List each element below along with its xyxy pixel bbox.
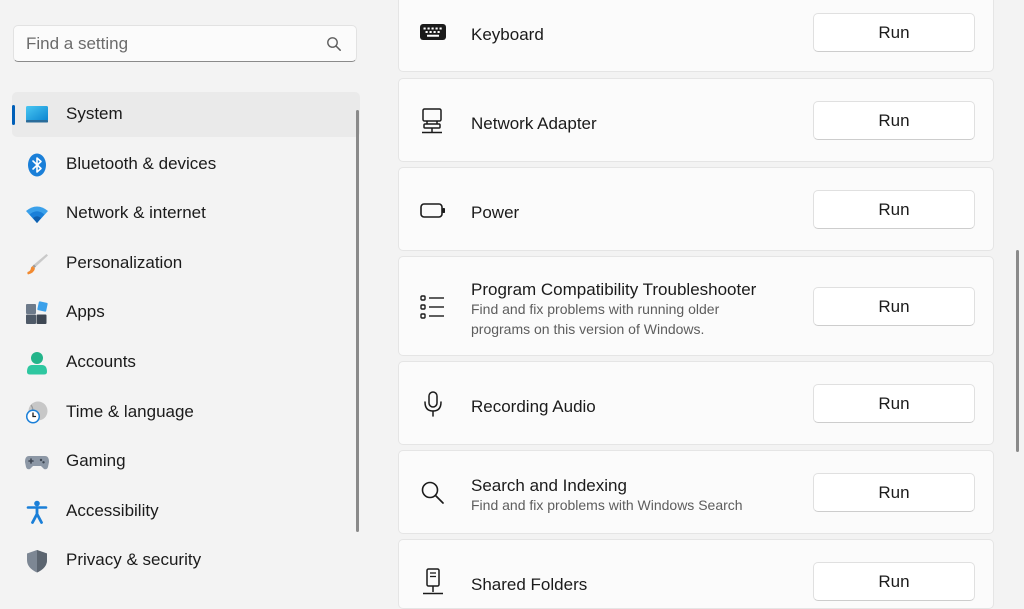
sidebar-item-gaming[interactable]: Gaming xyxy=(12,439,360,484)
sidebar-item-apps[interactable]: Apps xyxy=(12,290,360,335)
run-keyboard-button[interactable]: Run xyxy=(813,13,975,52)
sidebar-item-label: Personalization xyxy=(66,252,183,272)
system-display-icon xyxy=(26,106,48,123)
troubleshooter-card-shared-folders: Shared Folders Run xyxy=(398,539,994,609)
troubleshooter-description: Find and fix problems with Windows Searc… xyxy=(471,497,743,513)
troubleshooter-card-network-adapter: Network Adapter Run xyxy=(398,78,994,162)
sidebar-item-network-internet[interactable]: Network & internet xyxy=(12,191,360,236)
sidebar-item-label: Accessibility xyxy=(66,500,159,520)
sidebar-item-label: Accounts xyxy=(66,351,136,371)
network-adapter-icon xyxy=(422,108,442,134)
troubleshooter-card-power: Power Run xyxy=(398,167,994,251)
shared-folder-icon xyxy=(423,568,443,595)
sidebar-item-accessibility[interactable]: Accessibility xyxy=(12,489,360,534)
troubleshooter-text: Program Compatibility Troubleshooter Fin… xyxy=(471,279,756,339)
troubleshooter-text: Keyboard xyxy=(471,24,544,45)
troubleshooter-text: Search and Indexing Find and fix problem… xyxy=(471,475,743,516)
troubleshooter-text: Recording Audio xyxy=(471,396,596,417)
paintbrush-icon xyxy=(27,253,48,275)
sidebar-item-label: Network & internet xyxy=(66,203,206,223)
sidebar-item-label: Privacy & security xyxy=(66,550,202,570)
active-indicator xyxy=(12,105,15,125)
shield-icon xyxy=(27,550,47,573)
troubleshooter-description: programs on this version of Windows. xyxy=(471,320,705,337)
troubleshooter-card-keyboard: Keyboard Run xyxy=(398,0,994,72)
gamepad-icon xyxy=(25,456,49,470)
microphone-icon xyxy=(424,391,442,417)
troubleshooter-title: Shared Folders xyxy=(471,575,588,594)
account-person-icon xyxy=(27,351,47,375)
sidebar-item-privacy-security[interactable]: Privacy & security xyxy=(12,538,360,583)
sidebar-item-accounts[interactable]: Accounts xyxy=(12,340,360,385)
troubleshooter-title: Search and Indexing xyxy=(471,476,627,495)
troubleshooters-list: Keyboard Run Network Adapter Run Power R… xyxy=(372,0,1024,609)
list-icon xyxy=(420,295,444,319)
troubleshooter-text: Network Adapter xyxy=(471,113,597,134)
run-recording-audio-button[interactable]: Run xyxy=(813,384,975,423)
sidebar-item-system[interactable]: System xyxy=(12,92,360,137)
sidebar-item-personalization[interactable]: Personalization xyxy=(12,241,360,286)
troubleshooter-title: Recording Audio xyxy=(471,397,596,416)
apps-icon xyxy=(26,301,48,325)
sidebar-scrollbar[interactable] xyxy=(356,110,359,532)
troubleshooter-title: Network Adapter xyxy=(471,114,597,133)
sidebar-item-label: Gaming xyxy=(66,451,126,471)
main-scrollbar[interactable] xyxy=(1016,250,1019,452)
sidebar-item-bluetooth-devices[interactable]: Bluetooth & devices xyxy=(12,142,360,187)
troubleshooter-card-recording-audio: Recording Audio Run xyxy=(398,361,994,445)
sidebar-item-label: System xyxy=(66,104,123,123)
run-search-indexing-button[interactable]: Run xyxy=(813,473,975,512)
battery-icon xyxy=(420,203,445,218)
run-program-compatibility-button[interactable]: Run xyxy=(813,287,975,326)
settings-search-box[interactable] xyxy=(13,25,357,62)
run-network-adapter-button[interactable]: Run xyxy=(813,101,975,140)
run-power-button[interactable]: Run xyxy=(813,190,975,229)
troubleshooter-title: Program Compatibility Troubleshooter xyxy=(471,280,757,299)
wifi-icon xyxy=(26,206,48,224)
search-icon[interactable] xyxy=(326,36,342,52)
sidebar-nav: System Bluetooth & devices Network & int… xyxy=(12,92,360,588)
accessibility-person-icon xyxy=(26,500,48,524)
troubleshooter-card-program-compatibility: Program Compatibility Troubleshooter Fin… xyxy=(398,256,994,356)
search-icon xyxy=(421,481,444,504)
troubleshooter-text: Power xyxy=(471,202,519,223)
troubleshooter-text: Shared Folders xyxy=(471,574,587,595)
bluetooth-icon xyxy=(28,153,46,177)
run-shared-folders-button[interactable]: Run xyxy=(813,562,975,601)
troubleshooter-title: Power xyxy=(471,203,520,222)
troubleshooter-card-search-indexing: Search and Indexing Find and fix problem… xyxy=(398,450,994,534)
sidebar-item-label: Time & language xyxy=(66,401,194,421)
troubleshooter-title: Keyboard xyxy=(471,25,544,44)
globe-clock-icon xyxy=(26,401,48,424)
search-input[interactable] xyxy=(14,26,314,61)
sidebar-item-time-language[interactable]: Time & language xyxy=(12,390,360,435)
troubleshooter-description: Find and fix problems with running older xyxy=(471,301,720,317)
sidebar-item-label: Apps xyxy=(66,302,105,322)
sidebar-item-label: Bluetooth & devices xyxy=(66,153,217,173)
keyboard-icon xyxy=(420,24,446,40)
settings-sidebar: System Bluetooth & devices Network & int… xyxy=(0,0,372,595)
